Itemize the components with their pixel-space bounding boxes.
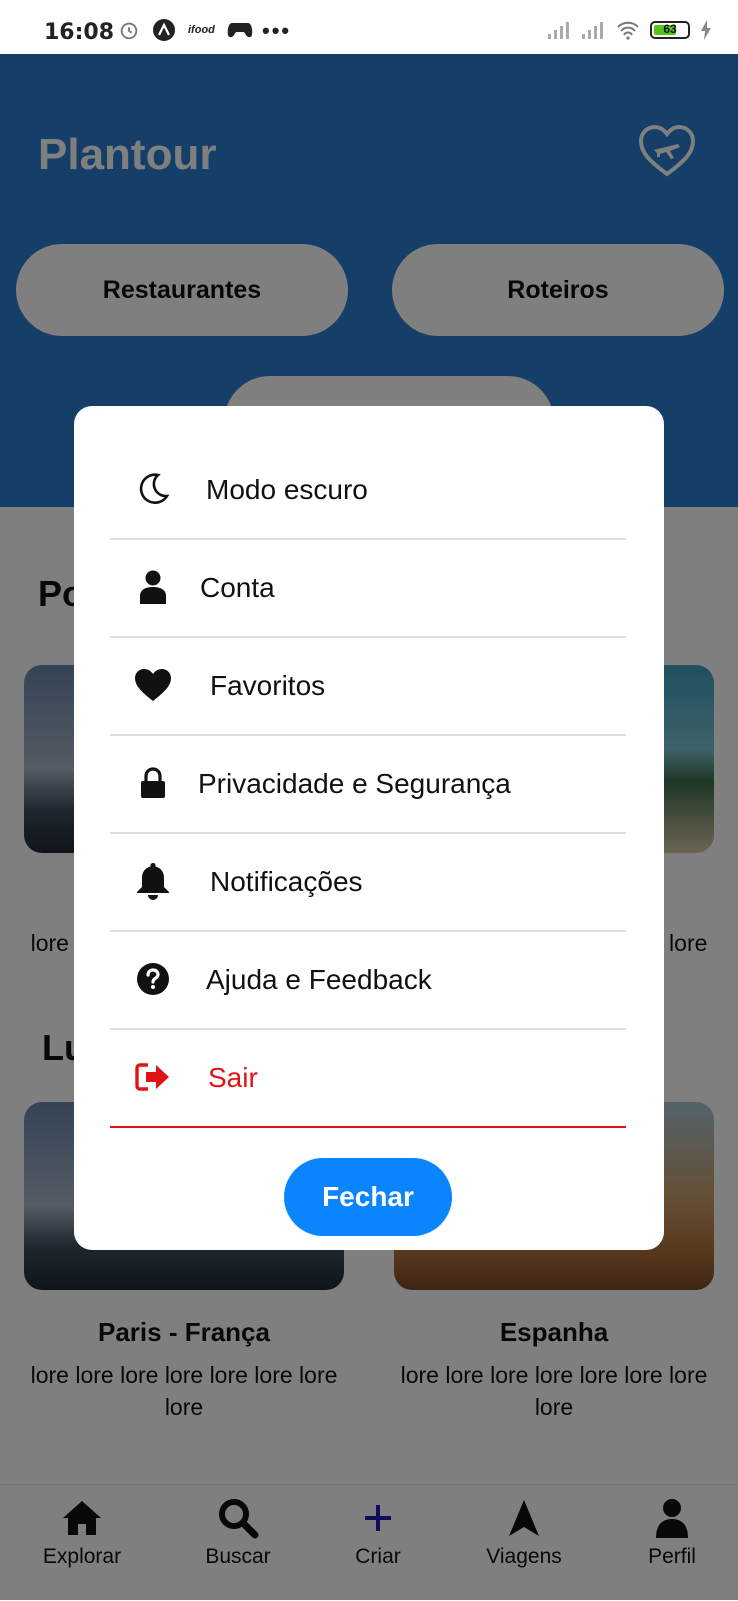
signal-icon [548, 22, 569, 39]
settings-modal: Modo escuro Conta Favoritos Privacidade … [74, 406, 664, 1250]
close-button[interactable]: Fechar [284, 1158, 452, 1236]
moon-icon [139, 473, 170, 504]
menu-item-notifications[interactable]: Notificações [110, 834, 626, 932]
menu-item-label: Conta [200, 572, 275, 603]
menu-item-label: Sair [208, 1062, 258, 1093]
lock-icon [141, 767, 165, 798]
battery-level: 63 [663, 22, 677, 36]
menu-item-label: Modo escuro [206, 474, 368, 505]
status-bar: 16:08 ifood ••• 63 [0, 0, 738, 54]
bell-icon [137, 863, 169, 900]
menu-item-privacy[interactable]: Privacidade e Segurança [110, 736, 626, 834]
heart-icon [135, 669, 171, 701]
system-icons: 63 [548, 20, 712, 40]
menu-item-dark-mode[interactable]: Modo escuro [110, 442, 626, 540]
menu-item-label: Ajuda e Feedback [206, 964, 432, 995]
menu-item-label: Privacidade e Segurança [198, 768, 511, 799]
menu-item-label: Favoritos [210, 670, 326, 701]
status-time: 16:08 [44, 20, 115, 45]
battery-icon: 63 [650, 21, 690, 39]
wifi-icon [617, 21, 639, 40]
signal-icon [582, 22, 603, 39]
menu-item-help[interactable]: Ajuda e Feedback [110, 932, 626, 1030]
charging-icon [701, 20, 711, 40]
logout-icon [135, 1063, 169, 1091]
app-a-icon [153, 19, 175, 41]
ifood-icon: ifood [188, 24, 215, 36]
help-icon [137, 963, 169, 995]
menu-item-logout[interactable]: Sair [110, 1030, 626, 1128]
gamepad-icon [227, 23, 253, 38]
more-notifications-icon: ••• [262, 18, 292, 43]
menu-item-favorites[interactable]: Favoritos [110, 638, 626, 736]
alarm-icon [120, 22, 138, 40]
menu-item-account[interactable]: Conta [110, 540, 626, 638]
menu-item-label: Notificações [210, 866, 363, 897]
user-icon [140, 570, 166, 604]
notification-icons: ifood [118, 18, 253, 42]
